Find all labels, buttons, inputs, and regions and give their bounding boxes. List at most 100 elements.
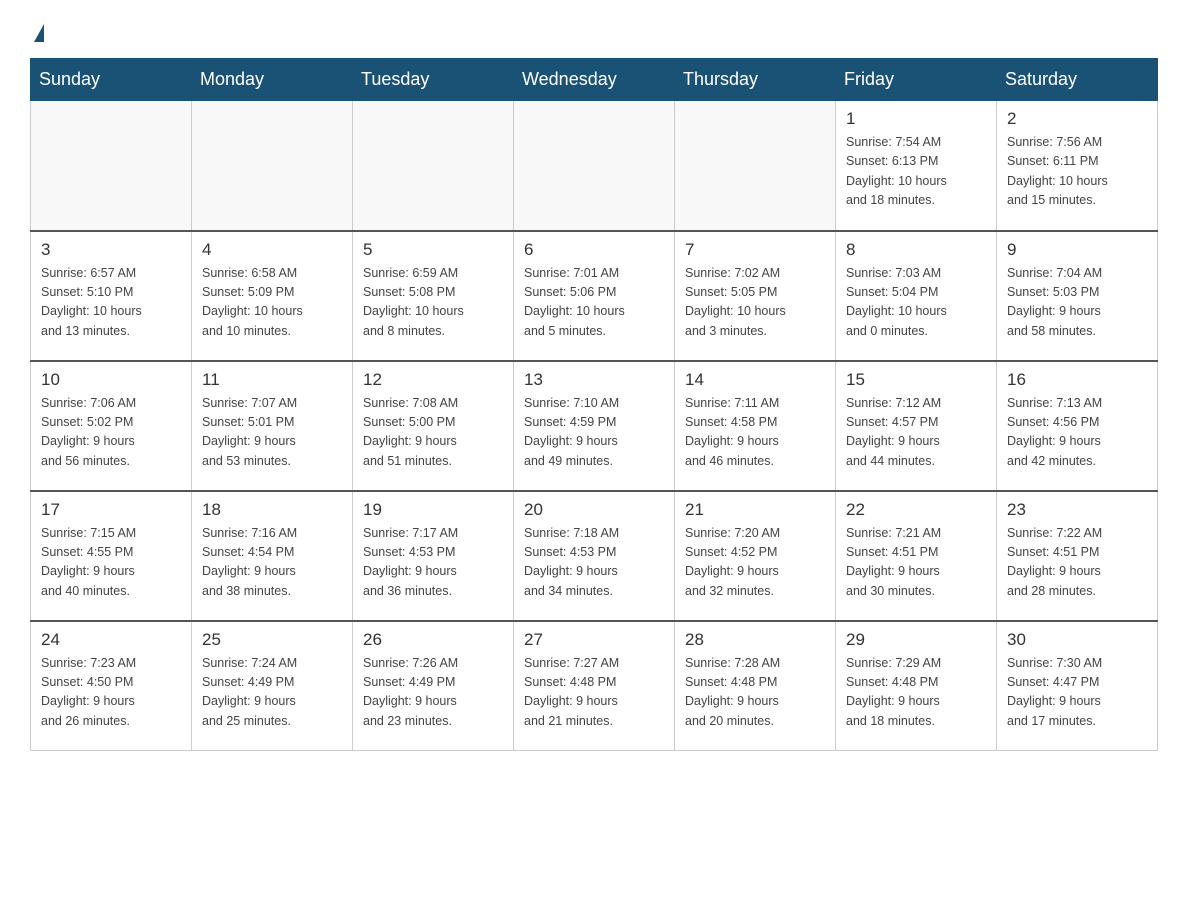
calendar-day-cell: 19 Sunrise: 7:17 AMSunset: 4:53 PMDayligh…: [353, 491, 514, 621]
day-number: 14: [685, 370, 825, 390]
calendar-day-cell: 4Sunrise: 6:58 AMSunset: 5:09 PMDaylight…: [192, 231, 353, 361]
calendar-week-row: 17 Sunrise: 7:15 AMSunset: 4:55 PMDayligh…: [31, 491, 1158, 621]
day-info: Sunrise: 7:24 AMSunset: 4:49 PMDaylight:…: [202, 654, 342, 732]
day-info: Sunrise: 7:27 AMSunset: 4:48 PMDaylight:…: [524, 654, 664, 732]
day-number: 28: [685, 630, 825, 650]
calendar-day-cell: [514, 101, 675, 231]
day-number: 15: [846, 370, 986, 390]
day-info: Sunrise: 6:59 AMSunset: 5:08 PMDaylight:…: [363, 264, 503, 342]
logo-triangle-icon: [34, 24, 44, 42]
day-info: Sunrise: 7:15 AMSunset: 4:55 PMDaylight:…: [41, 524, 181, 602]
logo: [30, 20, 58, 42]
day-number: 22: [846, 500, 986, 520]
day-info: Sunrise: 7:56 AMSunset: 6:11 PMDaylight:…: [1007, 133, 1147, 211]
calendar-day-cell: 21 Sunrise: 7:20 AMSunset: 4:52 PMDayligh…: [675, 491, 836, 621]
day-number: 10: [41, 370, 181, 390]
page-header: [30, 20, 1158, 42]
calendar-day-cell: [31, 101, 192, 231]
day-info: Sunrise: 7:11 AMSunset: 4:58 PMDaylight:…: [685, 394, 825, 472]
day-info: Sunrise: 7:06 AMSunset: 5:02 PMDaylight:…: [41, 394, 181, 472]
calendar-day-cell: [675, 101, 836, 231]
day-number: 3: [41, 240, 181, 260]
day-number: 9: [1007, 240, 1147, 260]
day-info: Sunrise: 7:28 AMSunset: 4:48 PMDaylight:…: [685, 654, 825, 732]
calendar-week-row: 1 Sunrise: 7:54 AMSunset: 6:13 PMDaylight…: [31, 101, 1158, 231]
day-info: Sunrise: 7:20 AMSunset: 4:52 PMDaylight:…: [685, 524, 825, 602]
calendar-day-cell: 10 Sunrise: 7:06 AMSunset: 5:02 PMDayligh…: [31, 361, 192, 491]
calendar-day-cell: 1 Sunrise: 7:54 AMSunset: 6:13 PMDaylight…: [836, 101, 997, 231]
calendar-day-cell: 8 Sunrise: 7:03 AMSunset: 5:04 PMDaylight…: [836, 231, 997, 361]
calendar-day-cell: [353, 101, 514, 231]
calendar-week-row: 3 Sunrise: 6:57 AMSunset: 5:10 PMDaylight…: [31, 231, 1158, 361]
day-info: Sunrise: 7:12 AMSunset: 4:57 PMDaylight:…: [846, 394, 986, 472]
day-info: Sunrise: 7:26 AMSunset: 4:49 PMDaylight:…: [363, 654, 503, 732]
calendar-day-cell: 9 Sunrise: 7:04 AMSunset: 5:03 PMDaylight…: [997, 231, 1158, 361]
day-number: 13: [524, 370, 664, 390]
calendar-day-cell: 20 Sunrise: 7:18 AMSunset: 4:53 PMDayligh…: [514, 491, 675, 621]
day-info: Sunrise: 7:01 AMSunset: 5:06 PMDaylight:…: [524, 264, 664, 342]
day-number: 18: [202, 500, 342, 520]
calendar-day-cell: 15 Sunrise: 7:12 AMSunset: 4:57 PMDayligh…: [836, 361, 997, 491]
calendar-day-cell: 2 Sunrise: 7:56 AMSunset: 6:11 PMDaylight…: [997, 101, 1158, 231]
day-info: Sunrise: 7:29 AMSunset: 4:48 PMDaylight:…: [846, 654, 986, 732]
day-info: Sunrise: 7:10 AMSunset: 4:59 PMDaylight:…: [524, 394, 664, 472]
day-number: 19: [363, 500, 503, 520]
calendar-day-cell: 6 Sunrise: 7:01 AMSunset: 5:06 PMDaylight…: [514, 231, 675, 361]
day-info: Sunrise: 7:04 AMSunset: 5:03 PMDaylight:…: [1007, 264, 1147, 342]
day-info: Sunrise: 7:54 AMSunset: 6:13 PMDaylight:…: [846, 133, 986, 211]
day-number: 25: [202, 630, 342, 650]
day-of-week-header: Friday: [836, 59, 997, 101]
calendar-day-cell: 23 Sunrise: 7:22 AMSunset: 4:51 PMDayligh…: [997, 491, 1158, 621]
day-number: 8: [846, 240, 986, 260]
day-info: Sunrise: 7:30 AMSunset: 4:47 PMDaylight:…: [1007, 654, 1147, 732]
day-info: Sunrise: 7:16 AMSunset: 4:54 PMDaylight:…: [202, 524, 342, 602]
calendar-day-cell: 13 Sunrise: 7:10 AMSunset: 4:59 PMDayligh…: [514, 361, 675, 491]
day-number: 1: [846, 109, 986, 129]
day-info: Sunrise: 6:57 AMSunset: 5:10 PMDaylight:…: [41, 264, 181, 342]
day-number: 4: [202, 240, 342, 260]
calendar-header-row: SundayMondayTuesdayWednesdayThursdayFrid…: [31, 59, 1158, 101]
day-info: Sunrise: 7:18 AMSunset: 4:53 PMDaylight:…: [524, 524, 664, 602]
day-number: 27: [524, 630, 664, 650]
day-number: 2: [1007, 109, 1147, 129]
day-info: Sunrise: 7:23 AMSunset: 4:50 PMDaylight:…: [41, 654, 181, 732]
calendar-day-cell: 16 Sunrise: 7:13 AMSunset: 4:56 PMDayligh…: [997, 361, 1158, 491]
day-of-week-header: Thursday: [675, 59, 836, 101]
day-number: 26: [363, 630, 503, 650]
day-of-week-header: Saturday: [997, 59, 1158, 101]
day-info: Sunrise: 7:07 AMSunset: 5:01 PMDaylight:…: [202, 394, 342, 472]
calendar-day-cell: 25 Sunrise: 7:24 AMSunset: 4:49 PMDayligh…: [192, 621, 353, 751]
calendar-table: SundayMondayTuesdayWednesdayThursdayFrid…: [30, 58, 1158, 751]
calendar-day-cell: 5 Sunrise: 6:59 AMSunset: 5:08 PMDaylight…: [353, 231, 514, 361]
day-number: 29: [846, 630, 986, 650]
calendar-day-cell: 28 Sunrise: 7:28 AMSunset: 4:48 PMDayligh…: [675, 621, 836, 751]
calendar-week-row: 24 Sunrise: 7:23 AMSunset: 4:50 PMDayligh…: [31, 621, 1158, 751]
day-number: 20: [524, 500, 664, 520]
day-number: 11: [202, 370, 342, 390]
day-info: Sunrise: 7:02 AMSunset: 5:05 PMDaylight:…: [685, 264, 825, 342]
day-number: 30: [1007, 630, 1147, 650]
calendar-day-cell: 14 Sunrise: 7:11 AMSunset: 4:58 PMDayligh…: [675, 361, 836, 491]
calendar-day-cell: 11 Sunrise: 7:07 AMSunset: 5:01 PMDayligh…: [192, 361, 353, 491]
day-number: 16: [1007, 370, 1147, 390]
day-number: 12: [363, 370, 503, 390]
calendar-day-cell: 17 Sunrise: 7:15 AMSunset: 4:55 PMDayligh…: [31, 491, 192, 621]
day-number: 21: [685, 500, 825, 520]
day-info: Sunrise: 7:13 AMSunset: 4:56 PMDaylight:…: [1007, 394, 1147, 472]
day-info: Sunrise: 7:08 AMSunset: 5:00 PMDaylight:…: [363, 394, 503, 472]
calendar-week-row: 10 Sunrise: 7:06 AMSunset: 5:02 PMDayligh…: [31, 361, 1158, 491]
day-number: 17: [41, 500, 181, 520]
day-info: Sunrise: 7:03 AMSunset: 5:04 PMDaylight:…: [846, 264, 986, 342]
day-info: Sunrise: 7:22 AMSunset: 4:51 PMDaylight:…: [1007, 524, 1147, 602]
day-number: 23: [1007, 500, 1147, 520]
day-info: Sunrise: 7:21 AMSunset: 4:51 PMDaylight:…: [846, 524, 986, 602]
day-number: 5: [363, 240, 503, 260]
calendar-day-cell: 26 Sunrise: 7:26 AMSunset: 4:49 PMDayligh…: [353, 621, 514, 751]
day-number: 24: [41, 630, 181, 650]
calendar-day-cell: 12 Sunrise: 7:08 AMSunset: 5:00 PMDayligh…: [353, 361, 514, 491]
day-number: 6: [524, 240, 664, 260]
day-number: 7: [685, 240, 825, 260]
calendar-day-cell: 18 Sunrise: 7:16 AMSunset: 4:54 PMDayligh…: [192, 491, 353, 621]
day-of-week-header: Monday: [192, 59, 353, 101]
day-info: Sunrise: 7:17 AMSunset: 4:53 PMDaylight:…: [363, 524, 503, 602]
